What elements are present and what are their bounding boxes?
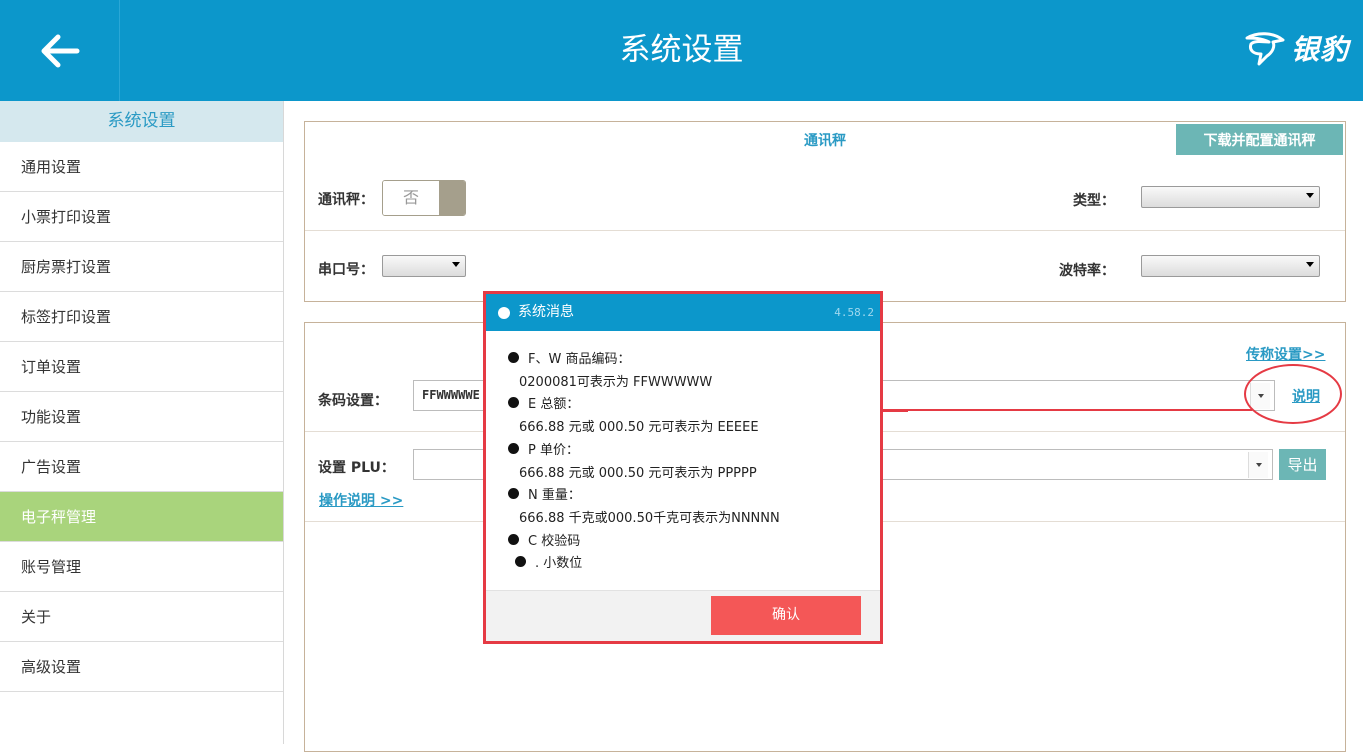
sidebar-item-general[interactable]: 通用设置 [0, 142, 283, 192]
annotation-circle [1244, 364, 1342, 424]
dialog-title: 系统消息 [518, 304, 574, 320]
sidebar-item-advanced[interactable]: 高级设置 [0, 642, 283, 692]
sidebar-item-kitchen-print[interactable]: 厨房票打设置 [0, 242, 283, 292]
sidebar-item-account[interactable]: 账号管理 [0, 542, 283, 592]
transfer-settings-link[interactable]: 传称设置>> [1246, 344, 1325, 364]
scale-toggle[interactable]: 否 [382, 180, 466, 216]
brand-logo-text: 银豹 [1290, 33, 1349, 66]
dialog-line: N 重量： [528, 488, 581, 503]
dialog-line: 666.88 千克或000.50千克可表示为NNNNN [519, 511, 780, 526]
dialog-line: 0200081可表示为 FFWWWWW [519, 375, 713, 390]
top-header: 系统设置 银豹 [0, 0, 1363, 101]
page-title: 系统设置 [619, 32, 744, 68]
back-button[interactable] [0, 0, 120, 101]
chevron-down-icon [1306, 262, 1314, 267]
baud-rate-label: 波特率： [1059, 263, 1115, 279]
dialog-body: F、W 商品编码： 0200081可表示为 FFWWWWW E 总额： 666.… [486, 331, 880, 593]
annotation-line [882, 409, 1252, 411]
bullet-icon [508, 488, 519, 499]
export-button[interactable]: 导出 [1279, 449, 1326, 480]
barcode-label: 条码设置： [318, 393, 388, 409]
scale-settings-panel: 通讯秤 下载并配置通讯秤 通讯秤： 否 类型： 串口号： 波特率： [304, 121, 1346, 302]
brand-logo: 银豹 [1243, 28, 1349, 68]
bullet-icon [515, 556, 526, 567]
sidebar-item-about[interactable]: 关于 [0, 592, 283, 642]
operation-guide-link[interactable]: 操作说明 >> [319, 490, 403, 510]
annotation-tick [882, 409, 908, 412]
bullet-icon [508, 443, 519, 454]
sidebar-item-function[interactable]: 功能设置 [0, 392, 283, 442]
bullet-icon [508, 352, 519, 363]
scale-toggle-value: 否 [383, 181, 439, 215]
dialog-footer: 确认 [486, 590, 880, 641]
port-label: 串口号： [318, 262, 374, 278]
bullet-icon [508, 534, 519, 545]
sidebar-item-label-print[interactable]: 标签打印设置 [0, 292, 283, 342]
row-divider [305, 230, 1345, 231]
sidebar-item-scale-management[interactable]: 电子秤管理 [0, 492, 283, 542]
version-label: 4.58.2 [834, 306, 874, 319]
bullet-icon [508, 397, 519, 408]
toggle-knob [439, 181, 465, 215]
arrow-left-icon [41, 34, 79, 67]
chevron-down-icon [1306, 193, 1314, 198]
chevron-down-icon [452, 262, 460, 267]
sidebar: 系统设置 通用设置 小票打印设置 厨房票打设置 标签打印设置 订单设置 功能设置… [0, 101, 284, 744]
system-message-dialog: 系统消息 4.58.2 F、W 商品编码： 0200081可表示为 FFWWWW… [483, 291, 883, 644]
sidebar-item-order[interactable]: 订单设置 [0, 342, 283, 392]
dialog-line: 666.88 元或 000.50 元可表示为 EEEEE [519, 420, 759, 435]
dialog-line: 666.88 元或 000.50 元可表示为 PPPPP [519, 466, 757, 481]
baud-rate-select[interactable] [1141, 255, 1320, 277]
dialog-line: P 单价： [528, 443, 579, 458]
dialog-line: C 校验码 [528, 534, 581, 549]
leopard-logo-icon [1245, 32, 1285, 66]
chevron-down-icon[interactable] [1248, 452, 1268, 478]
sidebar-item-ads[interactable]: 广告设置 [0, 442, 283, 492]
dialog-header: 系统消息 4.58.2 [486, 294, 880, 331]
type-select[interactable] [1141, 186, 1320, 208]
port-select[interactable] [382, 255, 466, 277]
sidebar-title: 系统设置 [0, 101, 283, 142]
sidebar-item-receipt-print[interactable]: 小票打印设置 [0, 192, 283, 242]
type-label: 类型： [1073, 193, 1115, 209]
download-configure-button[interactable]: 下载并配置通讯秤 [1176, 124, 1343, 155]
dialog-line: . 小数位 [535, 556, 583, 571]
circle-icon [498, 307, 510, 319]
dialog-line: E 总额： [528, 397, 580, 412]
dialog-line: F、W 商品编码： [528, 352, 631, 367]
scale-label: 通讯秤： [318, 192, 374, 208]
confirm-button[interactable]: 确认 [711, 596, 861, 635]
plu-label: 设置 PLU： [318, 460, 395, 476]
